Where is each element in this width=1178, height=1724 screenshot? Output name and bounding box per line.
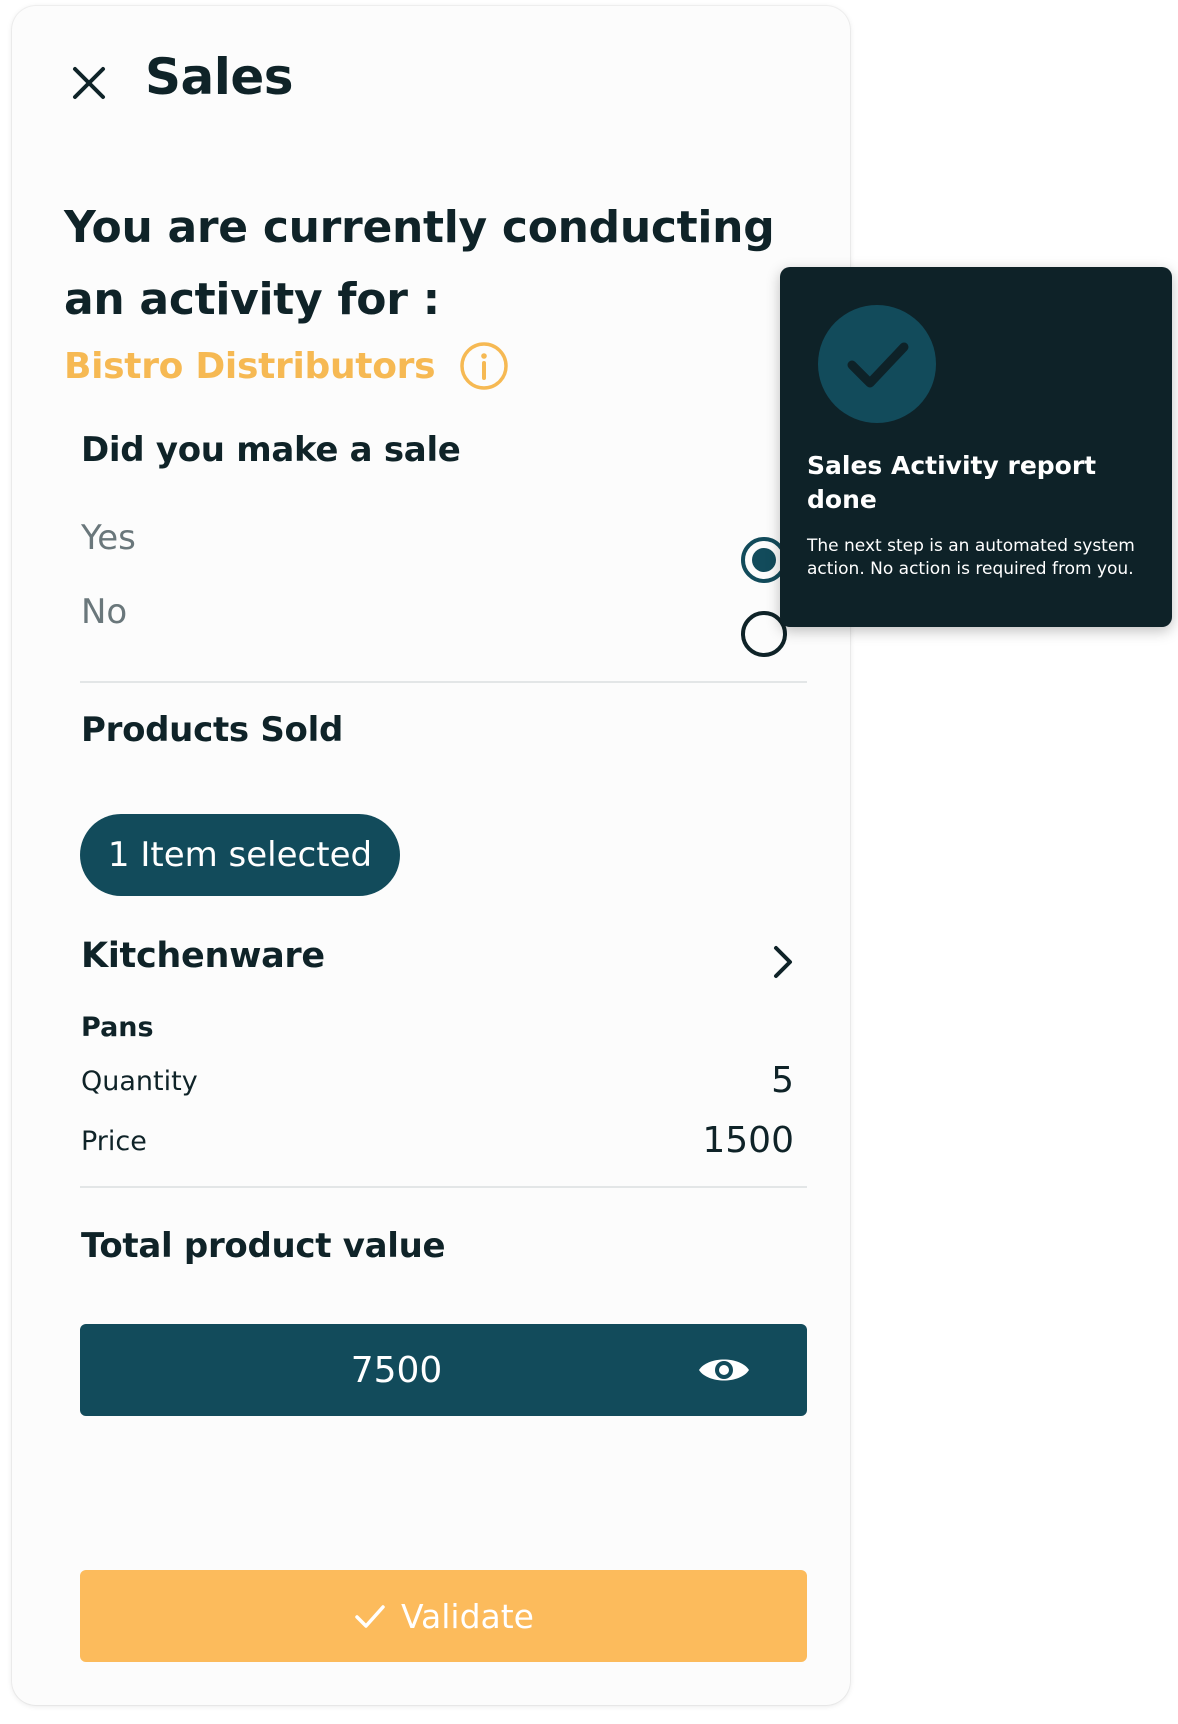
sale-question-title: Did you make a sale: [81, 430, 461, 470]
toast-title: Sales Activity report done: [807, 451, 1097, 514]
option-no-label: No: [81, 592, 128, 632]
products-sold-title: Products Sold: [81, 710, 344, 750]
category-kitchenware[interactable]: Kitchenware: [81, 936, 801, 988]
category-title: Kitchenware: [81, 936, 325, 976]
eye-icon[interactable]: [696, 1348, 752, 1392]
sales-panel: Sales You are currently conducting an ac…: [12, 6, 850, 1705]
option-yes-label: Yes: [81, 518, 136, 558]
validate-label: Validate: [401, 1596, 534, 1636]
divider: [80, 1186, 807, 1188]
info-icon[interactable]: [459, 341, 509, 391]
success-toast: Sales Activity report done The next step…: [780, 267, 1172, 627]
total-value: 7500: [350, 1349, 443, 1391]
quantity-value: 5: [771, 1060, 794, 1101]
quantity-label: Quantity: [81, 1066, 198, 1097]
client-name: Bistro Distributors: [64, 345, 436, 387]
price-label: Price: [81, 1126, 147, 1157]
items-selected-chip[interactable]: 1 Item selected: [80, 814, 400, 896]
price-value: 1500: [702, 1120, 794, 1161]
total-value-field: 7500: [80, 1324, 807, 1416]
product-name: Pans: [81, 1012, 154, 1043]
activity-heading: You are currently conducting an activity…: [64, 202, 775, 325]
close-icon[interactable]: [67, 61, 111, 105]
page-title: Sales: [145, 48, 294, 106]
toast-body: The next step is an automated system act…: [807, 536, 1135, 579]
checkmark-icon: [355, 1605, 385, 1628]
chevron-right-icon: [774, 946, 792, 978]
check-circle-icon: [818, 305, 936, 423]
validate-button[interactable]: Validate: [80, 1570, 807, 1662]
divider: [80, 681, 807, 683]
total-title: Total product value: [81, 1226, 446, 1266]
client-row: Bistro Distributors: [64, 338, 509, 394]
